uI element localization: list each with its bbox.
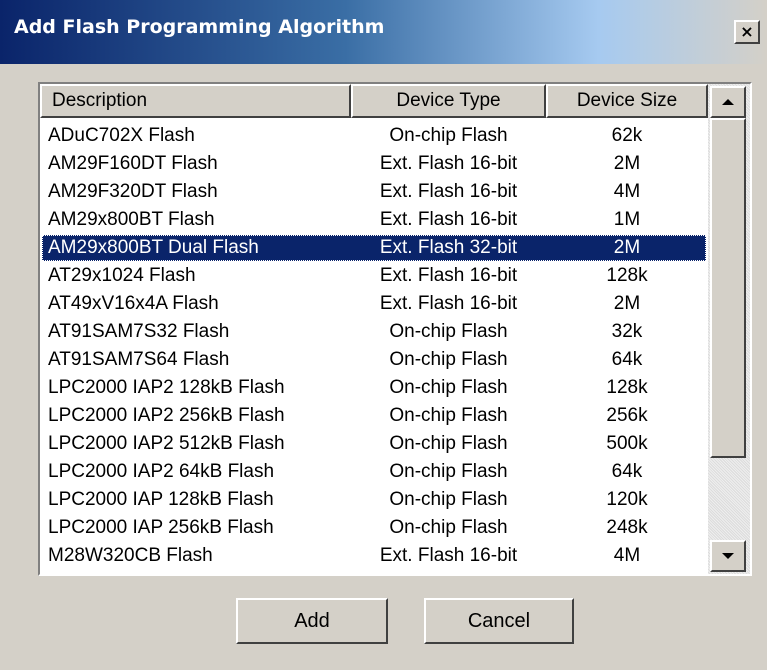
add-button[interactable]: Add <box>236 598 388 644</box>
scroll-down-arrow-icon <box>722 553 734 559</box>
cell-description: AT91SAM7S32 Flash <box>48 321 230 342</box>
cell-description: AM29F160DT Flash <box>48 153 218 174</box>
list-header: Description Device Type Device Size <box>40 84 708 118</box>
cell-device-size: 2M <box>613 237 641 258</box>
cell-device-size: 64k <box>611 461 643 482</box>
list-row[interactable]: AT49xV16x4A Flash Ext. Flash 16-bit 2M <box>40 290 708 318</box>
close-button[interactable]: × <box>734 20 760 44</box>
cell-device-type: On-chip Flash <box>389 517 508 538</box>
cell-description: AM29x800BT Dual Flash <box>48 237 259 258</box>
cell-device-size: 500k <box>606 433 648 454</box>
cell-device-size: 128k <box>606 377 648 398</box>
cell-description: AT29x1024 Flash <box>48 265 196 286</box>
list-row[interactable]: ADuC702X Flash On-chip Flash 62k <box>40 122 708 150</box>
cell-device-type: On-chip Flash <box>389 349 508 370</box>
cell-description: M28W320CB Flash <box>48 545 213 566</box>
vertical-scrollbar[interactable] <box>708 84 750 574</box>
add-flash-algorithm-dialog: Add Flash Programming Algorithm × Descri… <box>0 0 767 670</box>
cell-device-size: 64k <box>611 349 643 370</box>
scroll-up-arrow-icon <box>722 99 734 105</box>
cell-device-size: 1M <box>613 209 641 230</box>
list-row[interactable]: LPC2000 IAP 128kB Flash On-chip Flash 120k <box>40 486 708 514</box>
cell-device-type: On-chip Flash <box>389 377 508 398</box>
cell-device-type: On-chip Flash <box>389 461 508 482</box>
cell-device-type: On-chip Flash <box>389 125 508 146</box>
list-row-selected[interactable]: AM29x800BT Dual Flash Ext. Flash 32-bit 2M <box>40 234 708 262</box>
cell-device-type: Ext. Flash 16-bit <box>379 181 518 202</box>
list-row[interactable]: LPC2000 IAP2 128kB Flash On-chip Flash 128… <box>40 374 708 402</box>
cell-device-type: Ext. Flash 16-bit <box>379 545 518 566</box>
cell-description: LPC2000 IAP 256kB Flash <box>48 517 274 538</box>
cell-device-type: Ext. Flash 16-bit <box>379 265 518 286</box>
title-bar[interactable]: Add Flash Programming Algorithm <box>0 0 767 64</box>
cell-device-type: On-chip Flash <box>389 321 508 342</box>
cell-device-size: 62k <box>611 125 643 146</box>
cell-device-type: On-chip Flash <box>389 433 508 454</box>
list-rows: ADuC702X Flash On-chip Flash 62k AM29F160DT… <box>40 122 708 570</box>
list-row[interactable]: M28W320CB Flash Ext. Flash 16-bit 4M <box>40 542 708 570</box>
cell-description: AT49xV16x4A Flash <box>48 293 219 314</box>
cell-device-size: 128k <box>606 265 648 286</box>
cell-description: LPC2000 IAP2 64kB Flash <box>48 461 275 482</box>
cell-device-type: Ext. Flash 16-bit <box>379 293 518 314</box>
cell-description: AT91SAM7S64 Flash <box>48 349 230 370</box>
cell-device-size: 4M <box>613 545 641 566</box>
list-row[interactable]: AT91SAM7S32 Flash On-chip Flash 32k <box>40 318 708 346</box>
list-row[interactable]: AT29x1024 Flash Ext. Flash 16-bit 128k <box>40 262 708 290</box>
column-header-device-size[interactable]: Device Size <box>546 84 708 118</box>
cell-device-size: 120k <box>606 489 648 510</box>
cell-device-size: 32k <box>611 321 643 342</box>
list-row[interactable]: AM29F160DT Flash Ext. Flash 16-bit 2M <box>40 150 708 178</box>
cell-device-type: Ext. Flash 16-bit <box>379 209 518 230</box>
list-content: Description Device Type Device Size ADuC… <box>40 84 708 574</box>
list-row[interactable]: AM29x800BT Flash Ext. Flash 16-bit 1M <box>40 206 708 234</box>
cell-description: AM29F320DT Flash <box>48 181 218 202</box>
cell-description: LPC2000 IAP2 512kB Flash <box>48 433 285 454</box>
list-row[interactable]: AT91SAM7S64 Flash On-chip Flash 64k <box>40 346 708 374</box>
cell-device-size: 4M <box>613 181 641 202</box>
list-row[interactable]: LPC2000 IAP2 512kB Flash On-chip Flash 500… <box>40 430 708 458</box>
cell-device-size: 248k <box>606 517 648 538</box>
close-icon: × <box>740 22 754 41</box>
cell-device-type: On-chip Flash <box>389 405 508 426</box>
list-row[interactable]: LPC2000 IAP 256kB Flash On-chip Flash 248k <box>40 514 708 542</box>
cell-device-size: 2M <box>613 153 641 174</box>
cell-description: AM29x800BT Flash <box>48 209 215 230</box>
cancel-button[interactable]: Cancel <box>424 598 574 644</box>
cell-device-type: On-chip Flash <box>389 489 508 510</box>
cell-description: LPC2000 IAP2 128kB Flash <box>48 377 285 398</box>
list-row[interactable]: LPC2000 IAP2 64kB Flash On-chip Flash 64k <box>40 458 708 486</box>
list-row[interactable]: LPC2000 IAP2 256kB Flash On-chip Flash 256… <box>40 402 708 430</box>
scroll-up-button[interactable] <box>710 86 746 118</box>
cell-device-size: 256k <box>606 405 648 426</box>
cell-description: LPC2000 IAP 128kB Flash <box>48 489 274 510</box>
algorithm-list[interactable]: Description Device Type Device Size ADuC… <box>38 82 752 576</box>
scroll-thumb[interactable] <box>710 118 746 458</box>
column-header-description[interactable]: Description <box>40 84 351 118</box>
cell-device-type: Ext. Flash 16-bit <box>379 153 518 174</box>
window-title: Add Flash Programming Algorithm <box>14 16 385 38</box>
list-row[interactable]: AM29F320DT Flash Ext. Flash 16-bit 4M <box>40 178 708 206</box>
cell-device-type: Ext. Flash 32-bit <box>379 237 518 258</box>
cell-device-size: 2M <box>613 293 641 314</box>
scroll-down-button[interactable] <box>710 540 746 572</box>
column-header-device-type[interactable]: Device Type <box>351 84 546 118</box>
cell-description: ADuC702X Flash <box>48 125 195 146</box>
cell-description: LPC2000 IAP2 256kB Flash <box>48 405 285 426</box>
